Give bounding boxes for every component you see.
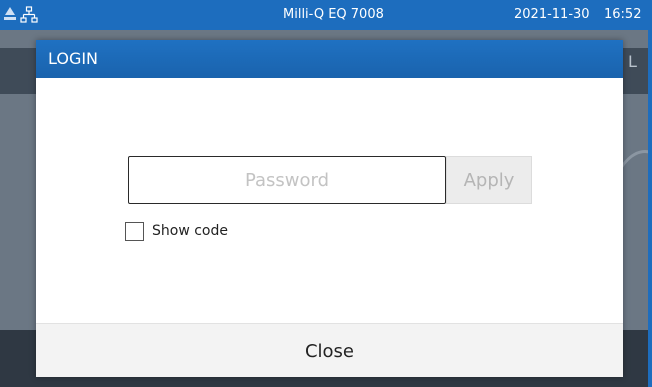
- right-accent-border: [648, 0, 652, 387]
- dialog-footer: Close: [36, 323, 623, 377]
- dialog-header: LOGIN: [36, 40, 623, 78]
- background-label: L: [628, 52, 637, 71]
- show-code-checkbox[interactable]: Show code: [125, 221, 228, 241]
- checkbox-box[interactable]: [125, 221, 144, 241]
- password-input[interactable]: [128, 156, 446, 204]
- network-icon[interactable]: [20, 6, 38, 24]
- dialog-title: LOGIN: [48, 49, 99, 68]
- apply-button[interactable]: Apply: [446, 156, 532, 204]
- show-code-label: Show code: [152, 223, 228, 239]
- device-name: Milli-Q EQ 7008: [283, 7, 384, 22]
- water-drop-icon: [4, 7, 16, 20]
- status-bar: Milli-Q EQ 7008 2021-11-30 16:52: [0, 0, 648, 30]
- close-button[interactable]: Close: [36, 324, 623, 378]
- screen: L Milli-Q EQ 7008 2021-11-30 16:52 LOGIN…: [0, 0, 652, 387]
- login-dialog: LOGIN Apply Show code Close: [36, 40, 623, 377]
- status-time: 16:52: [604, 7, 642, 22]
- status-date: 2021-11-30: [514, 7, 590, 22]
